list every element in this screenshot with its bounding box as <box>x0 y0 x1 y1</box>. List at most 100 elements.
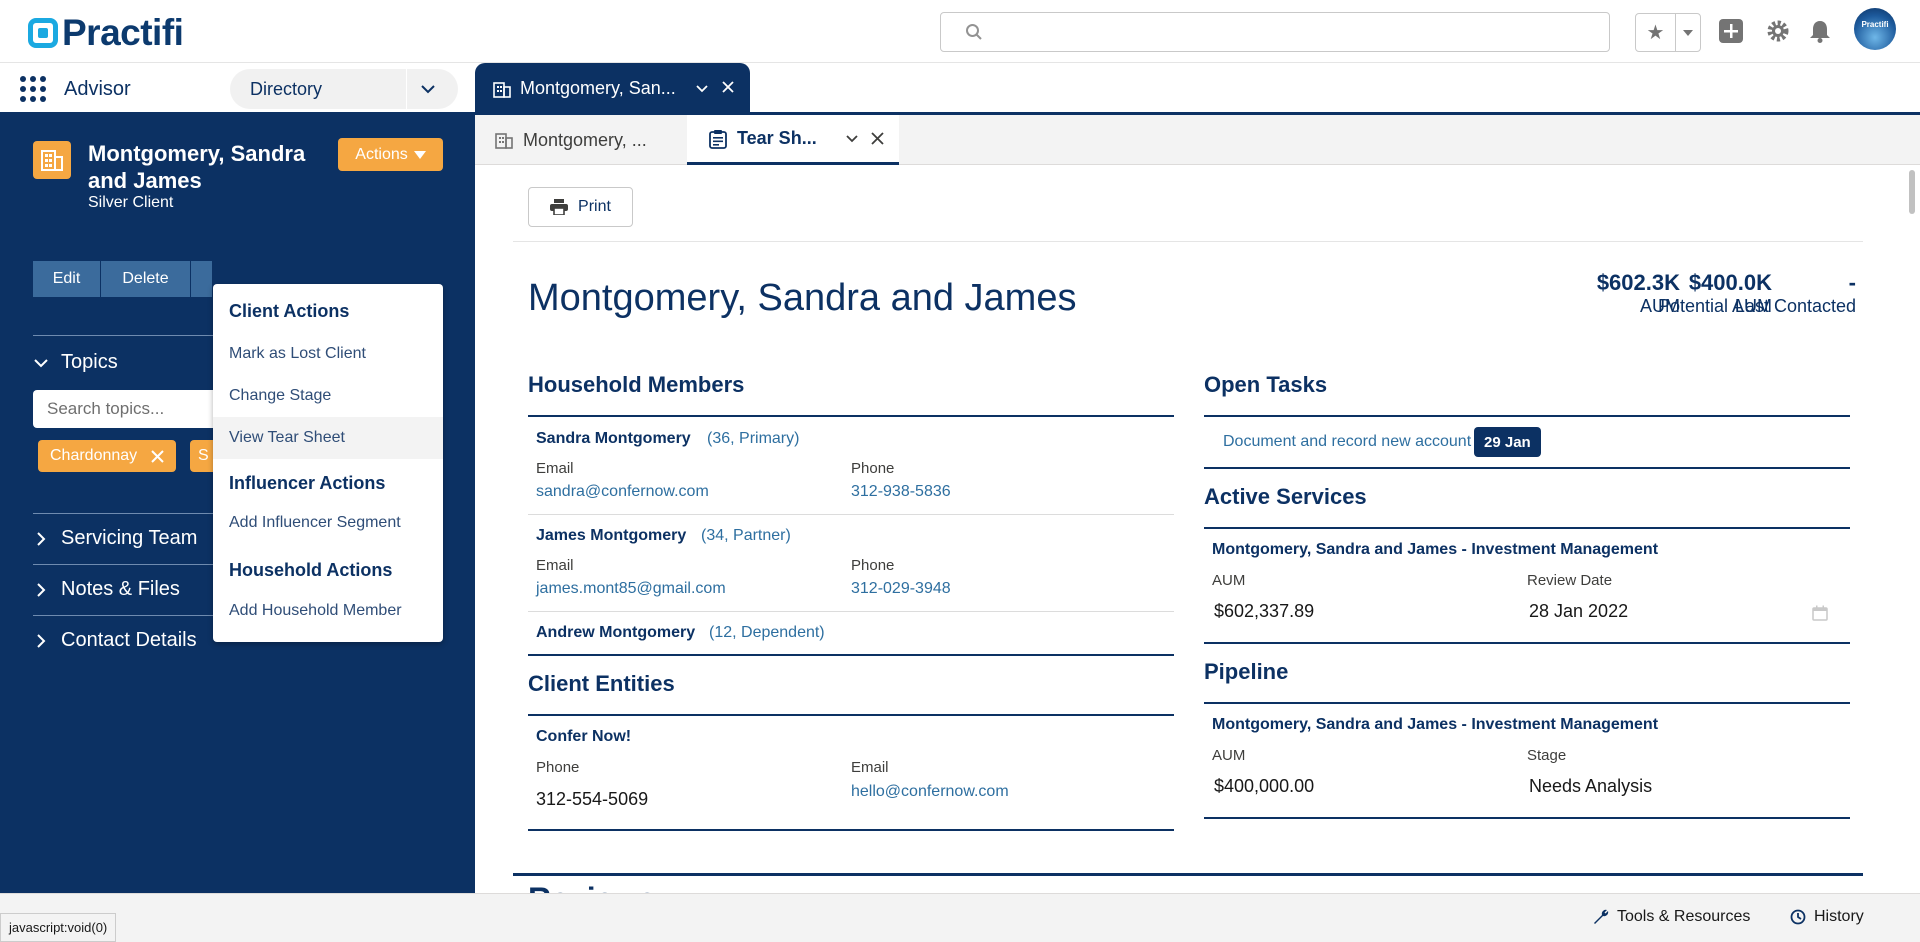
caret-down-icon <box>413 150 426 159</box>
more-buttons[interactable] <box>191 261 213 297</box>
topics-section-toggle[interactable]: Topics <box>33 351 118 374</box>
directory-select[interactable]: Directory <box>230 69 458 109</box>
section-rule <box>528 714 1174 716</box>
notes-files-section-toggle[interactable]: Notes & Files <box>33 578 180 601</box>
field-label: Phone <box>851 460 895 477</box>
workspace-tab-label: Montgomery, San... <box>520 78 676 98</box>
phone-link[interactable]: 312-029-3948 <box>851 580 951 598</box>
member-meta: (34, Partner) <box>701 527 791 544</box>
scrollbar-thumb[interactable] <box>1909 170 1915 214</box>
section-rule <box>1204 642 1850 644</box>
app-launcher-icon[interactable] <box>20 76 46 102</box>
brand-name: Practifi <box>62 12 184 53</box>
section-rule <box>528 415 1174 417</box>
close-tab-icon[interactable] <box>721 80 735 94</box>
menu-item-change-stage[interactable]: Change Stage <box>213 375 443 417</box>
actions-button[interactable]: Actions <box>338 138 443 171</box>
phone-link[interactable]: 312-938-5836 <box>851 483 951 501</box>
account-type: Silver Client <box>88 194 174 211</box>
content-scrollbar[interactable] <box>1906 165 1920 893</box>
client-entities-title: Client Entities <box>528 671 675 696</box>
remove-chip-icon[interactable] <box>151 449 164 463</box>
user-avatar[interactable]: Practifi <box>1854 8 1896 50</box>
subtab-label: Montgomery, ... <box>523 129 647 150</box>
search-icon <box>966 24 982 40</box>
topics-label: Topics <box>61 351 118 373</box>
print-label: Print <box>578 198 611 215</box>
account-name: Montgomery, Sandra and James <box>88 141 306 193</box>
section-rule <box>528 829 1174 831</box>
app-name: Advisor <box>64 78 131 100</box>
review-date: 28 Jan 2022 <box>1529 601 1629 621</box>
field-label: Email <box>851 759 889 776</box>
calendar-icon[interactable] <box>1812 605 1828 621</box>
actions-button-label: Actions <box>355 145 408 163</box>
email-link[interactable]: sandra@confernow.com <box>536 483 709 501</box>
topic-chip-chardonnay[interactable]: Chardonnay <box>38 440 177 472</box>
member-name[interactable]: James Montgomery <box>536 527 686 545</box>
row-divider <box>528 514 1174 515</box>
field-label: Email <box>536 460 574 477</box>
close-tab-icon[interactable] <box>871 132 884 145</box>
member-name[interactable]: Andrew Montgomery <box>536 624 695 642</box>
pipeline-name[interactable]: Montgomery, Sandra and James - Investmen… <box>1212 716 1658 734</box>
subtab-bar: Montgomery, ... Tear Sh... <box>475 115 1920 165</box>
practifi-logo[interactable]: Practifi <box>28 12 184 54</box>
building-icon <box>493 82 511 98</box>
household-members-title: Household Members <box>528 372 745 397</box>
chevron-down-icon[interactable] <box>420 81 436 97</box>
metric-value: - <box>1848 270 1856 295</box>
servicing-team-section-toggle[interactable]: Servicing Team <box>33 527 197 550</box>
notifications-bell-icon[interactable] <box>1807 18 1833 44</box>
member-meta: (36, Primary) <box>707 430 800 447</box>
section-rule <box>1204 702 1850 704</box>
task-link[interactable]: Document and record new account <box>1223 433 1471 451</box>
member-name[interactable]: Sandra Montgomery <box>536 430 691 448</box>
section-rule <box>1204 467 1850 469</box>
record-sidebar: Montgomery, Sandra and James Silver Clie… <box>0 115 475 893</box>
menu-item-add-influencer-segment[interactable]: Add Influencer Segment <box>213 502 443 544</box>
topic-chip-label: S <box>198 447 209 464</box>
favorites-menu-chevron-icon[interactable] <box>1676 14 1700 51</box>
history-button[interactable]: History <box>1790 908 1864 926</box>
entity-name[interactable]: Confer Now! <box>536 728 631 746</box>
pipeline-aum: $400,000.00 <box>1214 776 1315 796</box>
setup-gear-icon[interactable] <box>1765 18 1791 44</box>
metric-label: Last Contacted <box>1734 296 1856 316</box>
edit-button[interactable]: Edit <box>33 261 101 297</box>
print-button[interactable]: Print <box>528 187 633 227</box>
tab-chevron-down-icon[interactable] <box>695 82 709 96</box>
delete-button[interactable]: Delete <box>101 261 191 297</box>
active-services-title: Active Services <box>1204 484 1367 509</box>
menu-item-view-tear-sheet[interactable]: View Tear Sheet <box>213 417 443 459</box>
favorites-star-icon[interactable]: ★ <box>1636 14 1676 51</box>
chevron-right-icon <box>37 633 46 648</box>
global-actions-plus-icon[interactable] <box>1718 18 1744 44</box>
building-icon <box>495 133 513 149</box>
subtab-account[interactable]: Montgomery, ... <box>475 115 687 165</box>
section-rule <box>1204 415 1850 417</box>
email-link[interactable]: james.mont85@gmail.com <box>536 580 726 598</box>
menu-item-add-household-member[interactable]: Add Household Member <box>213 590 443 632</box>
contact-details-section-toggle[interactable]: Contact Details <box>33 629 197 652</box>
subtab-tear-sheet[interactable]: Tear Sh... <box>687 115 899 165</box>
field-label: Review Date <box>1527 572 1613 589</box>
divider <box>513 241 1863 242</box>
practifi-logo-mark <box>28 18 58 48</box>
email-link[interactable]: hello@confernow.com <box>851 783 1009 801</box>
history-clock-icon <box>1790 909 1806 925</box>
menu-group-client-actions: Client Actions <box>229 301 350 321</box>
chevron-right-icon <box>37 531 46 546</box>
tab-chevron-down-icon[interactable] <box>845 132 859 146</box>
household-building-icon <box>33 141 71 179</box>
service-name[interactable]: Montgomery, Sandra and James - Investmen… <box>1212 541 1658 559</box>
workspace-tab-montgomery[interactable]: Montgomery, San... <box>475 63 750 115</box>
subtab-label: Tear Sh... <box>737 128 817 148</box>
actions-dropdown-menu: Client Actions Mark as Lost Client Chang… <box>213 284 443 642</box>
tools-resources-button[interactable]: Tools & Resources <box>1593 908 1750 926</box>
app-nav-bar: Advisor Directory Montgomery, San... <box>0 63 1920 115</box>
global-search-input[interactable] <box>940 12 1610 52</box>
menu-item-mark-lost-client[interactable]: Mark as Lost Client <box>213 333 443 375</box>
contact-details-label: Contact Details <box>61 629 197 651</box>
section-rule <box>1204 817 1850 819</box>
